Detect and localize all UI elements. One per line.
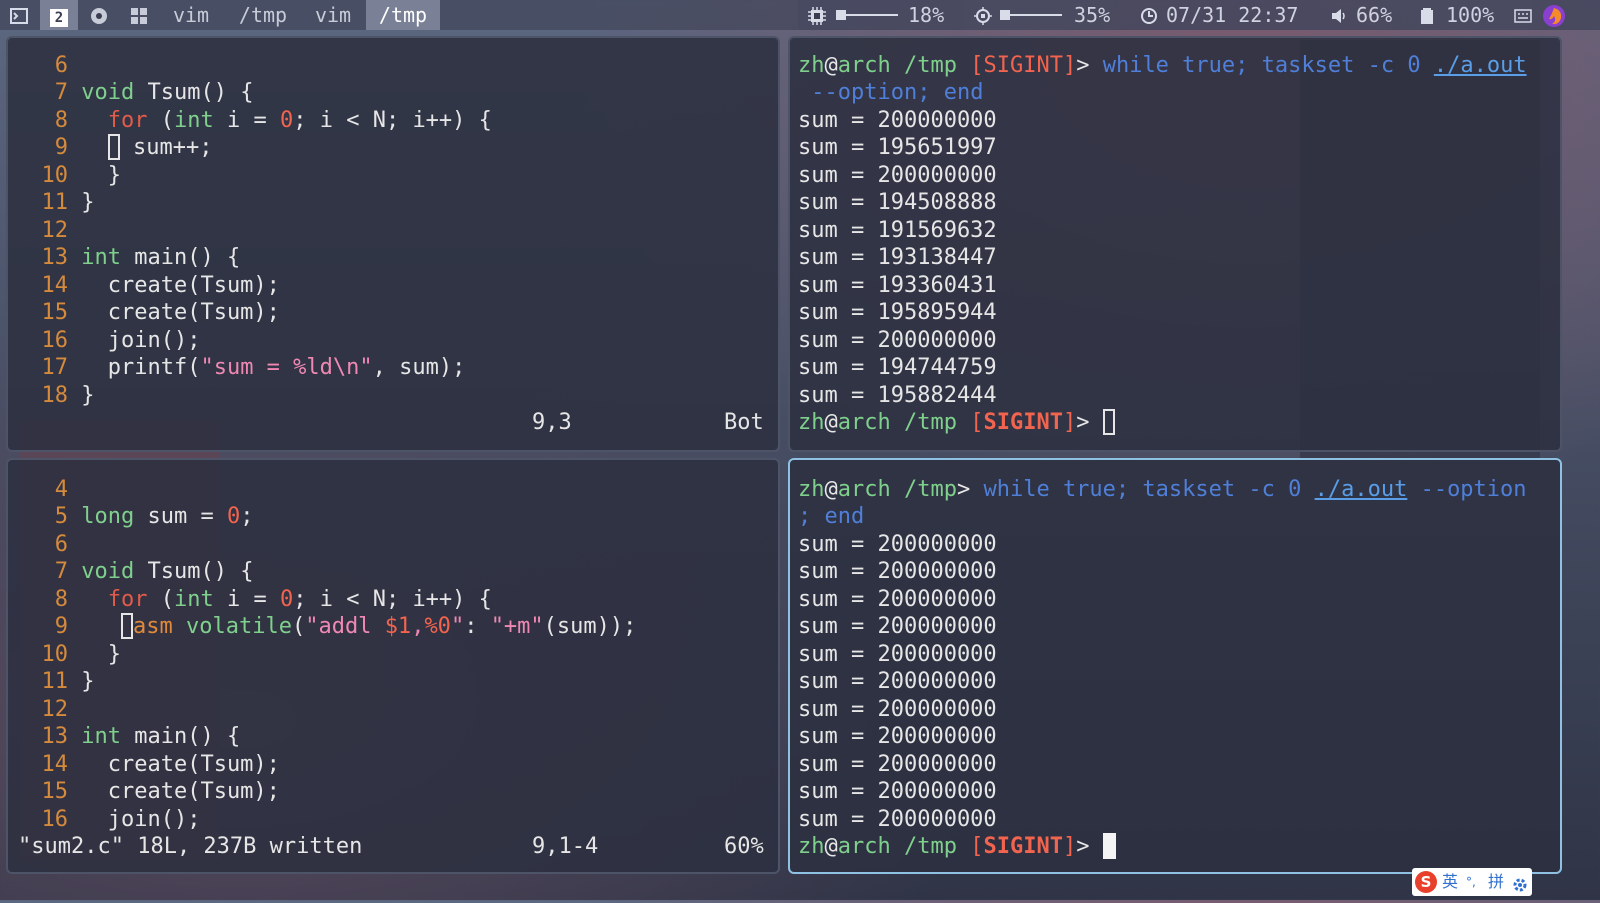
- window-tab-tmp-1[interactable]: /tmp: [228, 0, 298, 30]
- volume-icon[interactable]: [1330, 6, 1348, 24]
- code-line: 12: [41, 697, 69, 722]
- code-line: 5 long sum = 0;: [54, 504, 254, 529]
- output-line: sum = 200000000: [798, 697, 997, 722]
- memory-usage: 35%: [1074, 3, 1111, 27]
- code-line: 6: [54, 532, 68, 557]
- prompt-line: zh@arch /tmp [SIGINT]> while true; tasks…: [798, 53, 1527, 78]
- code-line: 6: [54, 53, 68, 78]
- output-line: sum = 200000000: [798, 669, 997, 694]
- vim-cursor-position: 9,1-4: [532, 834, 599, 859]
- code-line: 16 join();: [41, 807, 201, 832]
- output-line: sum = 200000000: [798, 807, 997, 832]
- code-line: 11 }: [41, 669, 95, 694]
- code-line: 15 create(Tsum);: [41, 779, 280, 804]
- output-line: sum = 200000000: [798, 163, 997, 188]
- command-continuation: --option; end: [811, 80, 984, 105]
- code-line: 11 }: [41, 190, 95, 215]
- cpu-icon: [808, 6, 826, 25]
- output-line: sum = 194508888: [798, 190, 997, 215]
- output-line: sum = 200000000: [798, 779, 997, 804]
- code-line: 14 create(Tsum);: [41, 752, 280, 777]
- sogou-logo-icon[interactable]: S: [1414, 870, 1438, 894]
- cpu-usage: 18%: [908, 3, 945, 27]
- window-tab-tmp-2[interactable]: /tmp: [366, 0, 440, 30]
- output-line: sum = 194744759: [798, 355, 997, 380]
- code-line: 8 for (int i = 0; i < N; i++) {: [54, 108, 492, 133]
- svg-text:S: S: [1421, 873, 1432, 891]
- prompt-line[interactable]: zh@arch /tmp [SIGINT]>: [798, 833, 1116, 861]
- terminal-pane-bottom-right[interactable]: zh@arch /tmp> while true; taskset -c 0 .…: [788, 458, 1562, 874]
- code-line: 8 for (int i = 0; i < N; i++) {: [54, 587, 492, 612]
- cpu-slider: [836, 10, 898, 20]
- ime-mode-label[interactable]: 英: [1442, 868, 1458, 896]
- code-line-cursor: 9 sum++;: [54, 134, 213, 160]
- output-line: sum = 200000000: [798, 108, 997, 133]
- output-line: sum = 193360431: [798, 273, 997, 298]
- output-line: sum = 191569632: [798, 218, 997, 243]
- firefox-icon[interactable]: [1542, 4, 1566, 28]
- code-line: 7 void Tsum() {: [54, 559, 254, 584]
- code-line: 16 join();: [41, 328, 201, 353]
- output-line: sum = 195895944: [798, 300, 997, 325]
- terminal-pane-top-right[interactable]: zh@arch /tmp [SIGINT]> while true; tasks…: [788, 36, 1562, 452]
- output-line: sum = 200000000: [798, 328, 997, 353]
- code-line: 17 printf("sum = %ld\n", sum);: [41, 355, 466, 380]
- code-line: 7 void Tsum() {: [54, 80, 254, 105]
- code-line-cursor: 9 asm volatile("addl $1,%0": "+m"(sum));: [54, 613, 637, 639]
- output-line: sum = 195882444: [798, 383, 997, 408]
- clock-datetime[interactable]: 07/31 22:37: [1166, 0, 1298, 30]
- window-tab-vim-2[interactable]: vim: [302, 0, 364, 30]
- output-line: sum = 200000000: [798, 752, 997, 777]
- code-line: 15 create(Tsum);: [41, 300, 280, 325]
- window-tab-vim-1[interactable]: vim: [160, 0, 222, 30]
- terminal-cursor: [1102, 833, 1116, 859]
- code-line: 13 int main() {: [41, 245, 241, 270]
- volume-level[interactable]: 66%: [1356, 0, 1392, 30]
- command-continuation: ; end: [798, 504, 865, 529]
- prompt-line: zh@arch /tmp> while true; taskset -c 0 .…: [798, 477, 1527, 502]
- vim-cursor-position: 9,3: [532, 410, 572, 435]
- output-line: sum = 200000000: [798, 614, 997, 639]
- output-line: sum = 200000000: [798, 559, 997, 584]
- code-line: 12: [41, 218, 69, 243]
- vim-scroll-indicator: Bot: [724, 410, 764, 435]
- vim-cursor: [120, 613, 133, 639]
- vim-scroll-indicator: 60%: [724, 834, 764, 859]
- terminal-icon[interactable]: [10, 6, 28, 24]
- output-line: sum = 200000000: [798, 532, 997, 557]
- vim-pane-bottom-left[interactable]: 4 5 long sum = 0; 6 7 void Tsum() { 8 fo…: [6, 458, 780, 874]
- grid-apps-icon[interactable]: [130, 6, 148, 24]
- prompt-line[interactable]: zh@arch /tmp [SIGINT]>: [798, 409, 1115, 437]
- settings-gear-icon[interactable]: [1512, 874, 1528, 892]
- output-line: sum = 193138447: [798, 245, 997, 270]
- output-line: sum = 195651997: [798, 135, 997, 160]
- code-line: 4: [54, 477, 68, 502]
- terminal-cursor: [1102, 409, 1115, 435]
- code-line: 10 }: [41, 163, 121, 188]
- output-line: sum = 200000000: [798, 587, 997, 612]
- workspace-2[interactable]: 2: [40, 0, 78, 30]
- output-line: sum = 200000000: [798, 642, 997, 667]
- browser-icon[interactable]: [90, 6, 108, 24]
- ime-toolbar[interactable]: S 英 °, 拼: [1412, 868, 1532, 896]
- vim-cursor: [107, 134, 120, 160]
- vim-pane-top-left[interactable]: 6 7 void Tsum() { 8 for (int i = 0; i < …: [6, 36, 780, 452]
- memory-slider: [1000, 10, 1062, 20]
- code-line: 18 }: [41, 383, 95, 408]
- top-status-bar: 2 vim /tmp vim /tmp 18% 35% 07/31 22:37 …: [0, 0, 1600, 30]
- code-line: 14 create(Tsum);: [41, 273, 280, 298]
- battery-level: 100%: [1446, 3, 1495, 27]
- keyboard-icon[interactable]: [1514, 6, 1532, 24]
- code-line: 10 }: [41, 642, 121, 667]
- ime-punct-label[interactable]: °,: [1466, 868, 1476, 896]
- vim-write-message: "sum2.c" 18L, 237B written: [18, 834, 363, 859]
- battery-icon: [1418, 6, 1436, 24]
- memory-icon: [974, 6, 992, 25]
- code-line: 13 int main() {: [41, 724, 241, 749]
- ime-method-label[interactable]: 拼: [1488, 868, 1504, 896]
- clock-icon: [1140, 6, 1158, 24]
- output-line: sum = 200000000: [798, 724, 997, 749]
